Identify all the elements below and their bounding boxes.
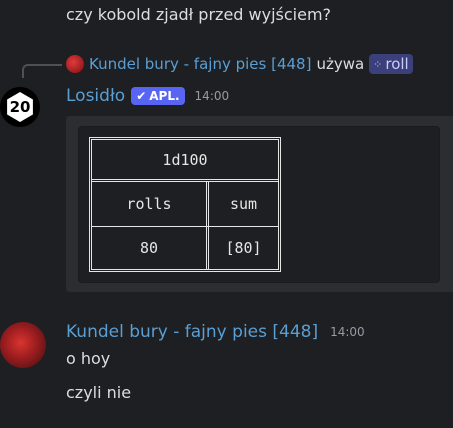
table-cell-rolls: 80: [139, 239, 159, 257]
bot-avatar[interactable]: 20: [0, 87, 40, 127]
user-avatar[interactable]: [0, 322, 46, 368]
bot-author-name[interactable]: Losidło: [66, 86, 125, 106]
chat-view: czy kobold zjadł przed wyjściem? Kundel …: [0, 0, 453, 428]
command-interaction-header[interactable]: Kundel bury - fajny pies [448] używa ⁘ r…: [66, 54, 413, 74]
interaction-user-name[interactable]: Kundel bury - fajny pies [448]: [89, 55, 311, 73]
message-line: czyli nie: [66, 383, 132, 402]
reply-connector: [22, 64, 62, 78]
user-author-name[interactable]: Kundel bury - fajny pies [448]: [66, 322, 318, 342]
d20-dice-icon: 20: [7, 92, 33, 122]
message-text: czy kobold zjadł przed wyjściem?: [66, 5, 332, 24]
command-name: roll: [385, 55, 409, 73]
table-header-sum: sum: [229, 195, 258, 213]
table-title: 1d100: [92, 140, 278, 182]
app-badge-label: APL.: [149, 89, 180, 103]
slash-command-icon: ⁘: [373, 57, 383, 71]
code-block: 1d100 rolls sum 80 [80]: [78, 126, 440, 283]
user-message-header: Kundel bury - fajny pies [448] 14:00: [66, 322, 365, 342]
table-header-rolls: rolls: [126, 195, 172, 213]
interaction-user-avatar[interactable]: [66, 55, 84, 73]
table-cell-sum: [80]: [225, 239, 262, 257]
bot-message-header: Losidło ✔ APL. 14:00: [66, 86, 229, 106]
app-badge: ✔ APL.: [131, 87, 185, 105]
roll-result-table: 1d100 rolls sum 80 [80]: [89, 137, 281, 272]
checkmark-icon: ✔: [136, 89, 147, 103]
bot-timestamp[interactable]: 14:00: [195, 89, 230, 103]
message-line: o hoy: [66, 349, 111, 368]
avatar-text: 20: [9, 98, 31, 116]
user-timestamp[interactable]: 14:00: [330, 325, 365, 339]
interaction-uses-text: używa: [316, 55, 365, 73]
slash-command-chip[interactable]: ⁘ roll: [369, 54, 413, 74]
bot-embed: 1d100 rolls sum 80 [80]: [66, 116, 453, 292]
